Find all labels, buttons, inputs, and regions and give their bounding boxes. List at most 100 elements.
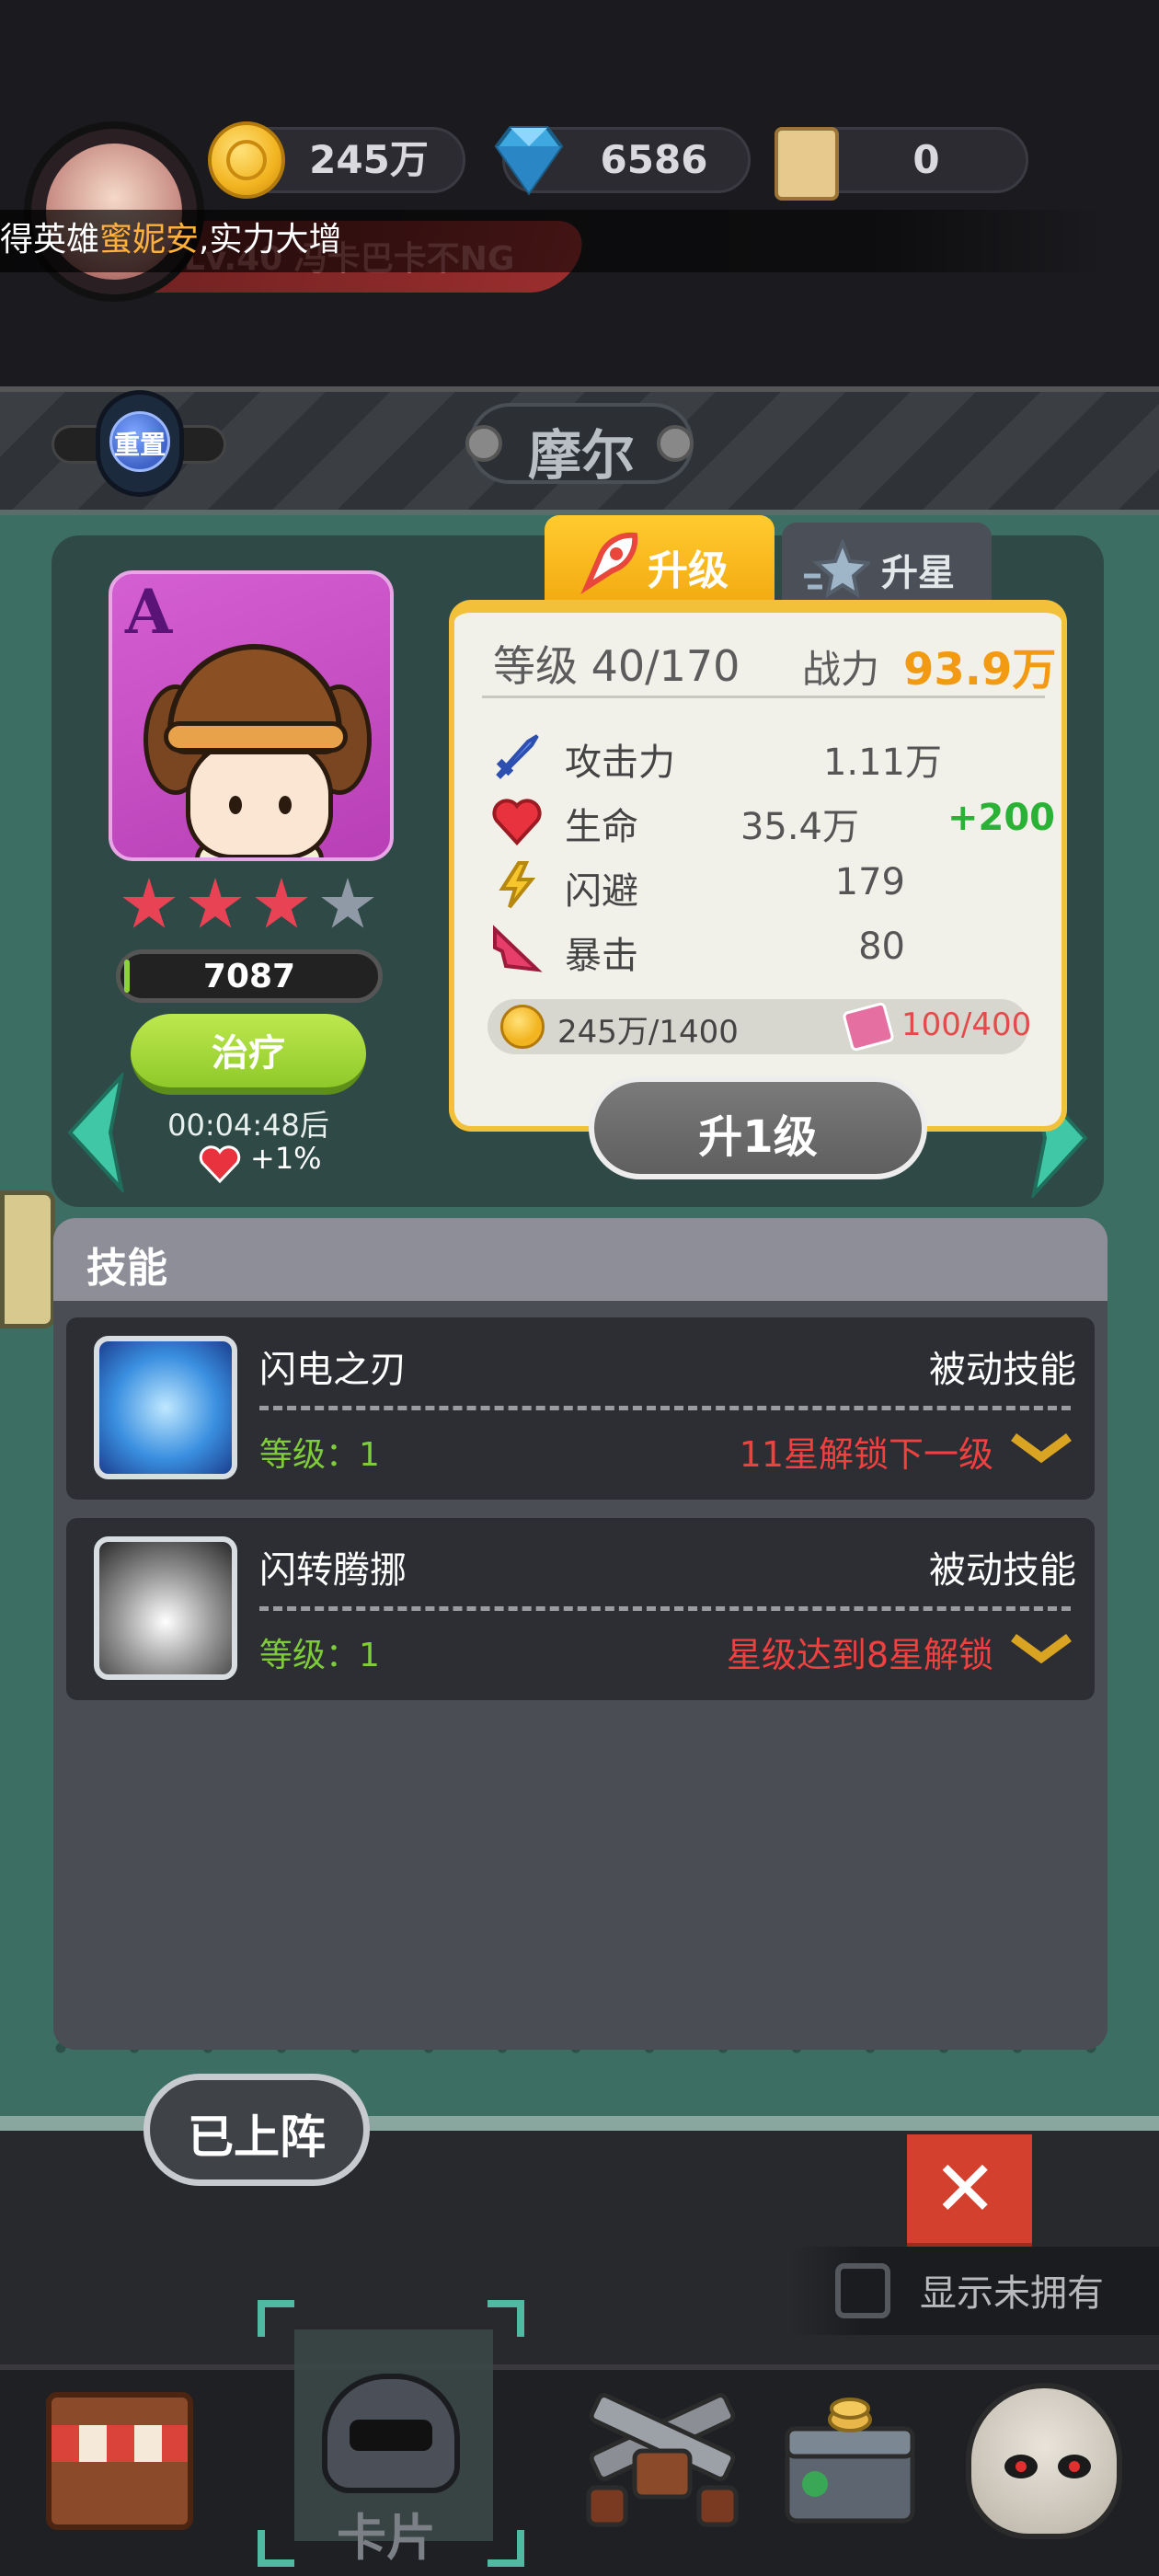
selection-corner bbox=[488, 2530, 524, 2567]
stat-label: 攻击力 bbox=[565, 742, 675, 784]
power-label: 战力 bbox=[802, 647, 880, 692]
notice-suffix: ,实力大增 bbox=[199, 221, 342, 259]
hero-name: 摩尔 bbox=[527, 424, 635, 487]
stat-row-crit: 暴击 80 bbox=[491, 920, 1043, 979]
stat-value: 35.4万 bbox=[740, 806, 859, 848]
knight-helmet-icon bbox=[322, 2374, 460, 2493]
tab-upgrade-label: 升级 bbox=[648, 547, 729, 594]
close-icon: ✕ bbox=[933, 2144, 998, 2234]
skills-panel: 技能 闪电之刃 被动技能 等级：1 11星解锁下一级 闪转腾挪 被动技能 等级：… bbox=[53, 1218, 1107, 2050]
prev-hero-arrow-icon[interactable] bbox=[66, 1073, 125, 1192]
skills-title: 技能 bbox=[86, 1245, 167, 1292]
coin-face bbox=[226, 140, 267, 180]
cost-gold: 245万/1400 bbox=[557, 1014, 739, 1051]
skull-pupil bbox=[1016, 2461, 1027, 2472]
skill-type: 被动技能 bbox=[929, 1349, 1076, 1391]
tab-star-up-label: 升星 bbox=[881, 552, 955, 594]
cost-exp: 100/400 bbox=[901, 1006, 1032, 1043]
heal-button[interactable]: 治疗 bbox=[131, 1014, 366, 1095]
diamond-icon bbox=[494, 126, 564, 196]
upgrade-cost-bar: 245万/1400 100/400 bbox=[488, 999, 1032, 1054]
hero-portrait[interactable]: A bbox=[109, 570, 394, 861]
lightning-blade-skill-icon bbox=[94, 1336, 237, 1479]
skill-unlock-hint: 星级达到8星解锁 bbox=[726, 1635, 993, 1675]
hero-face bbox=[186, 740, 333, 857]
heal-label: 治疗 bbox=[212, 1032, 285, 1075]
hero-hat-brim bbox=[164, 721, 348, 753]
dodge-skill-icon bbox=[94, 1536, 237, 1680]
stat-value: 80 bbox=[858, 926, 905, 968]
stat-value: 1.11万 bbox=[822, 742, 942, 784]
stat-label: 暴击 bbox=[565, 935, 638, 977]
skill-divider bbox=[259, 1406, 1071, 1410]
skill-divider bbox=[259, 1606, 1071, 1611]
weapons-tab-icon[interactable] bbox=[570, 2386, 754, 2534]
shop-tab-icon[interactable] bbox=[46, 2392, 193, 2530]
shop-awning bbox=[52, 2425, 188, 2462]
deployed-button[interactable]: 已上阵 bbox=[143, 2074, 370, 2186]
tab-cards-label: 卡片 bbox=[337, 2509, 436, 2567]
stat-row-attack: 攻击力 1.11万 bbox=[491, 727, 1043, 786]
show-unowned-toggle[interactable]: 显示未拥有 bbox=[791, 2247, 1159, 2335]
stat-row-dodge: 闪避 179 bbox=[491, 856, 1043, 914]
selection-corner bbox=[488, 2300, 524, 2337]
chevron-down-icon[interactable] bbox=[1008, 1432, 1074, 1465]
lightning-icon bbox=[499, 861, 536, 909]
side-tab-handle[interactable] bbox=[0, 1190, 55, 1328]
skills-header: 技能 bbox=[53, 1218, 1107, 1301]
skull-eye bbox=[1058, 2455, 1091, 2478]
treasure-tab-icon[interactable] bbox=[778, 2392, 922, 2530]
stat-label: 闪避 bbox=[565, 870, 638, 913]
hp-value: 7087 bbox=[202, 958, 296, 995]
gold-coin-icon bbox=[208, 121, 285, 199]
stat-label: 生命 bbox=[565, 806, 638, 848]
heal-bonus: +1% bbox=[250, 1141, 322, 1176]
sword-icon bbox=[496, 734, 539, 779]
notice-prefix: 得英雄 bbox=[0, 221, 100, 259]
scroll-icon bbox=[775, 127, 839, 201]
knight-visor bbox=[350, 2420, 432, 2451]
hp-bar: 7087 bbox=[116, 949, 383, 1003]
skill-unlock-hint: 11星解锁下一级 bbox=[739, 1434, 993, 1475]
heal-timer: 00:04:48后 bbox=[167, 1108, 329, 1143]
stats-divider bbox=[482, 696, 1045, 698]
show-unowned-label: 显示未拥有 bbox=[920, 2272, 1104, 2315]
tab-cards[interactable]: 卡片 bbox=[258, 2300, 524, 2567]
power-value: 93.9万 bbox=[903, 644, 1057, 696]
heart-icon bbox=[199, 1145, 241, 1183]
skull-tab-icon[interactable] bbox=[966, 2383, 1122, 2539]
notice-text: 得英雄蜜妮安,实力大增 bbox=[0, 217, 341, 263]
reset-label: 重置 bbox=[113, 430, 166, 460]
hero-rank: A bbox=[125, 576, 173, 648]
close-button[interactable]: ✕ bbox=[907, 2134, 1032, 2250]
star-up-icon bbox=[804, 539, 870, 598]
crit-icon bbox=[493, 925, 543, 972]
skill-level: 等级：1 bbox=[259, 1436, 380, 1474]
skull-pupil bbox=[1069, 2461, 1080, 2472]
gold-coin-icon bbox=[500, 1005, 545, 1049]
chevron-down-icon[interactable] bbox=[1008, 1632, 1074, 1665]
selection-corner bbox=[258, 2530, 294, 2567]
skill-type: 被动技能 bbox=[929, 1549, 1076, 1592]
stat-row-hp: 生命 35.4万 +200 bbox=[491, 791, 1055, 850]
skull-eye bbox=[1004, 2455, 1038, 2478]
deployed-label: 已上阵 bbox=[188, 2110, 326, 2164]
show-unowned-checkbox[interactable] bbox=[835, 2263, 890, 2318]
rocket-icon bbox=[580, 532, 638, 594]
upgrade-button[interactable]: 升1级 bbox=[589, 1076, 927, 1179]
stats-panel: 等级 40/170 战力 93.9万 攻击力 1.11万 生命 35.4万 +2… bbox=[449, 600, 1067, 1132]
skill-card[interactable]: 闪转腾挪 被动技能 等级：1 星级达到8星解锁 bbox=[66, 1518, 1095, 1700]
skill-name: 闪转腾挪 bbox=[259, 1549, 407, 1592]
skill-name: 闪电之刃 bbox=[259, 1349, 407, 1391]
stat-bonus: +200 bbox=[947, 797, 1056, 839]
heart-icon bbox=[492, 799, 542, 845]
hero-level: 等级 40/170 bbox=[493, 641, 740, 691]
skill-level: 等级：1 bbox=[259, 1637, 380, 1674]
skill-card[interactable]: 闪电之刃 被动技能 等级：1 11星解锁下一级 bbox=[66, 1317, 1095, 1500]
hero-eye bbox=[229, 796, 242, 814]
notice-hero-name: 蜜妮安 bbox=[99, 221, 200, 259]
exp-ticket-icon bbox=[842, 1001, 895, 1052]
selection-corner bbox=[258, 2300, 294, 2337]
upgrade-button-label: 升1级 bbox=[698, 1111, 818, 1163]
stat-value: 179 bbox=[834, 861, 905, 903]
